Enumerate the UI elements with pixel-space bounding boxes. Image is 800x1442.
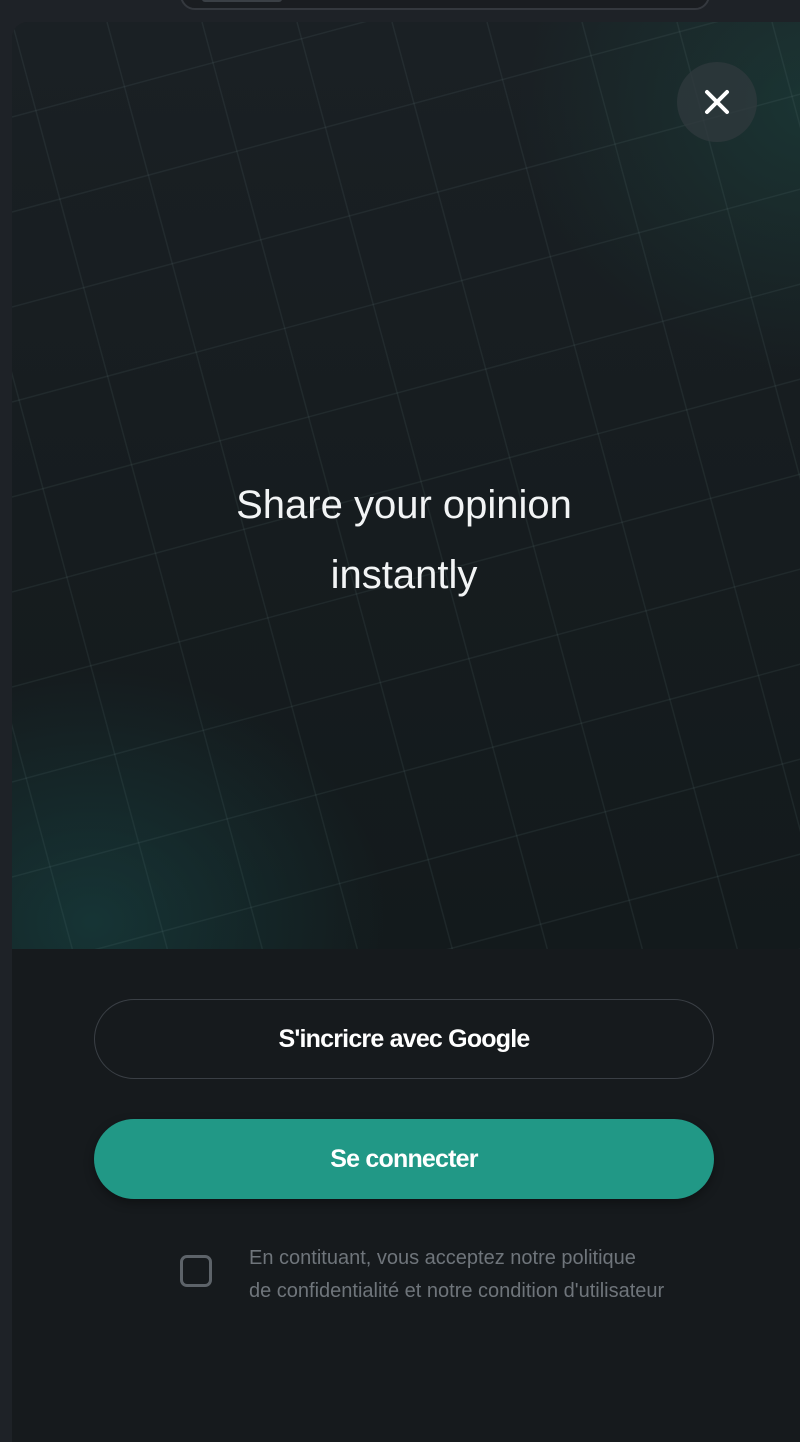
close-icon bbox=[705, 90, 729, 114]
top-handle-bar bbox=[180, 0, 710, 10]
headline-line-2: instantly bbox=[330, 553, 478, 597]
consent-line-2: de confidentialité et notre condition d'… bbox=[249, 1280, 665, 1302]
login-label: Se connecter bbox=[330, 1144, 478, 1173]
top-handle-indicator bbox=[202, 0, 282, 2]
consent-line-1: En contituant, vous acceptez notre polit… bbox=[249, 1247, 636, 1269]
google-signup-label: S'incricre avec Google bbox=[278, 1024, 531, 1053]
headline: Share your opinion instantly bbox=[12, 470, 796, 610]
consent-text: En contituant, vous acceptez notre polit… bbox=[249, 1242, 664, 1308]
headline-line-1: Share your opinion bbox=[236, 483, 572, 527]
close-button[interactable] bbox=[677, 62, 757, 142]
signup-modal: Share your opinion instantly S'incricre … bbox=[12, 22, 800, 1442]
google-signup-button[interactable]: S'incricre avec Google bbox=[94, 999, 714, 1079]
consent-row: En contituant, vous acceptez notre polit… bbox=[180, 1242, 740, 1308]
hero-banner: Share your opinion instantly bbox=[12, 22, 800, 949]
consent-checkbox[interactable] bbox=[180, 1255, 212, 1287]
login-button[interactable]: Se connecter bbox=[94, 1119, 714, 1199]
